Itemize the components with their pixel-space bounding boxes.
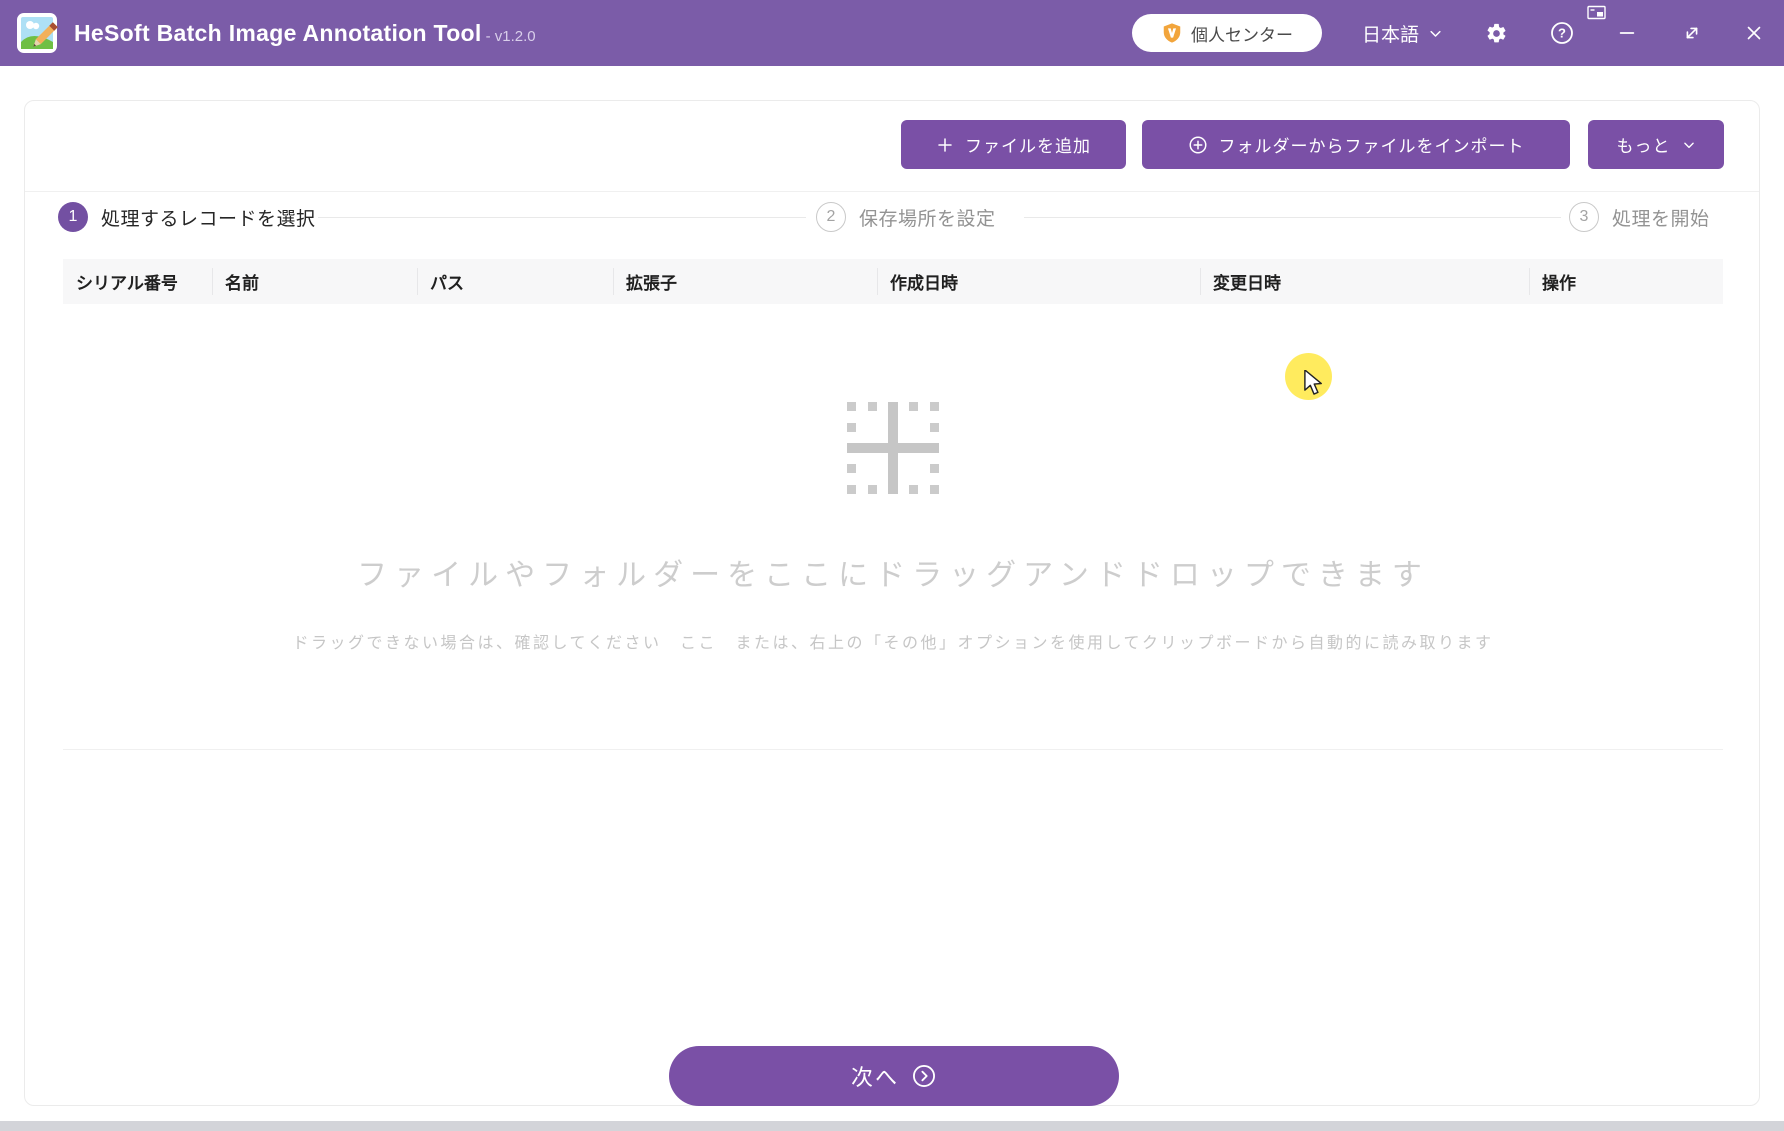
step-label: 処理を開始	[1612, 208, 1710, 230]
close-icon	[1747, 26, 1761, 40]
main-card: ファイルを追加 フォルダーからファイルをインポート もっと 1 処理するレコード…	[24, 100, 1760, 1106]
resize-icon	[1686, 27, 1698, 39]
drop-zone[interactable]: ファイルやフォルダーをここにドラッグアンドドロップできます ドラッグできない場合…	[63, 304, 1723, 750]
step-connector	[1024, 217, 1561, 218]
column-header-path: パス	[417, 259, 613, 304]
column-header-serial: シリアル番号	[76, 274, 178, 293]
step-set-save-location[interactable]: 2 保存場所を設定	[816, 202, 996, 232]
add-files-label: ファイルを追加	[965, 137, 1091, 156]
app-brand: HeSoft Batch Image Annotation Tool - v1.…	[16, 0, 536, 66]
user-center-button[interactable]: 個人センター	[1132, 14, 1322, 52]
app-title: HeSoft Batch Image Annotation Tool	[74, 19, 482, 46]
chevron-down-icon	[1683, 142, 1694, 148]
step-label: 保存場所を設定	[859, 208, 996, 230]
step-number: 3	[1569, 202, 1599, 232]
step-label: 処理するレコードを選択	[101, 208, 316, 230]
next-label: 次へ	[850, 1065, 899, 1090]
step-number: 1	[58, 202, 88, 232]
vip-badge-icon	[1163, 23, 1181, 43]
drop-target-icon	[847, 402, 939, 494]
help-button[interactable]: ?	[1547, 18, 1577, 48]
language-select[interactable]: 日本語	[1362, 0, 1443, 66]
app-logo-icon	[17, 13, 58, 53]
settings-button[interactable]	[1481, 18, 1511, 48]
column-header-created: 作成日時	[877, 259, 1200, 304]
app-version: - v1.2.0	[485, 27, 536, 45]
pip-window-icon	[1586, 4, 1608, 22]
arrow-right-circle-icon	[913, 1065, 935, 1087]
file-table: シリアル番号 名前 パス 拡張子 作成日時 変更日時 操作 ファイルやフォルダー…	[63, 259, 1723, 750]
gear-icon	[1487, 23, 1505, 42]
drop-zone-hint-text: ドラッグできない場合は、確認してください ここ または、右上の「その他」オプショ…	[292, 635, 1494, 652]
window-bottom-edge	[0, 1121, 1784, 1131]
column-header-name: 名前	[212, 259, 417, 304]
svg-text:?: ?	[1558, 26, 1566, 41]
minimize-button[interactable]	[1612, 18, 1642, 48]
circled-plus-icon	[1188, 135, 1207, 154]
step-number: 2	[816, 202, 846, 232]
column-header-actions: 操作	[1529, 259, 1723, 304]
language-label: 日本語	[1362, 24, 1420, 46]
more-label: もっと	[1616, 137, 1671, 156]
titlebar: HeSoft Batch Image Annotation Tool - v1.…	[0, 0, 1784, 66]
import-folder-button[interactable]: フォルダーからファイルをインポート	[1142, 120, 1570, 169]
step-start-processing[interactable]: 3 処理を開始	[1569, 202, 1710, 232]
step-select-records[interactable]: 1 処理するレコードを選択	[58, 202, 316, 232]
user-center-label: 個人センター	[1191, 25, 1293, 45]
column-header-modified: 変更日時	[1200, 259, 1529, 304]
minimize-icon	[1619, 32, 1635, 34]
toolbar-divider	[25, 191, 1759, 192]
import-folder-label: フォルダーからファイルをインポート	[1218, 137, 1525, 156]
add-files-button[interactable]: ファイルを追加	[901, 120, 1126, 169]
help-icon: ?	[1551, 22, 1573, 44]
next-button[interactable]: 次へ	[669, 1046, 1119, 1106]
more-button[interactable]: もっと	[1588, 120, 1724, 169]
plus-icon	[938, 137, 952, 152]
app-window: HeSoft Batch Image Annotation Tool - v1.…	[0, 0, 1784, 1131]
step-connector	[318, 217, 806, 218]
table-header-row: シリアル番号 名前 パス 拡張子 作成日時 変更日時 操作	[63, 259, 1723, 304]
chevron-down-icon	[1430, 30, 1441, 37]
maximize-button[interactable]	[1677, 18, 1707, 48]
drop-zone-main-text: ファイルやフォルダーをここにドラッグアンドドロップできます	[357, 559, 1429, 592]
column-header-extension: 拡張子	[613, 259, 877, 304]
close-button[interactable]	[1739, 18, 1769, 48]
